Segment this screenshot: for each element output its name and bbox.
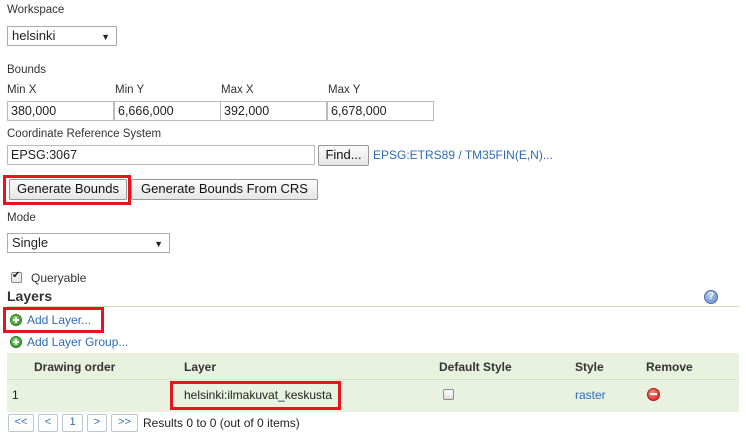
crs-input[interactable]: EPSG:3067 — [7, 145, 315, 165]
chevron-down-icon: ▼ — [154, 239, 163, 249]
chevron-down-icon: ▼ — [101, 32, 110, 42]
min-x-input[interactable]: 380,000 — [7, 101, 114, 121]
add-layer-group-link[interactable]: Add Layer Group... — [27, 335, 128, 349]
help-icon[interactable]: ? — [704, 290, 718, 304]
layers-title: Layers — [7, 288, 53, 304]
min-x-label: Min X — [7, 84, 37, 96]
style-link[interactable]: raster — [575, 388, 606, 402]
workspace-select[interactable]: helsinki ▼ — [7, 26, 117, 46]
mode-select-value: Single — [12, 235, 49, 250]
bounds-label: Bounds — [7, 64, 47, 76]
mode-select[interactable]: Single ▼ — [7, 233, 170, 253]
layers-table-header — [7, 353, 739, 379]
pager-prev-button[interactable]: < — [38, 414, 58, 432]
min-y-label: Min Y — [115, 84, 145, 96]
max-x-input[interactable]: 392,000 — [220, 101, 327, 121]
queryable-label: Queryable — [31, 271, 87, 285]
pager-last-button[interactable]: >> — [111, 414, 138, 432]
row-drawing-order: 1 — [12, 388, 19, 402]
generate-bounds-highlight — [3, 175, 131, 205]
pager-next-button[interactable]: > — [87, 414, 107, 432]
default-style-checkbox[interactable] — [443, 389, 454, 400]
workspace-select-value: helsinki — [12, 28, 56, 43]
column-style[interactable]: Style — [575, 360, 604, 374]
add-layer-group-icon — [10, 336, 22, 348]
min-y-input[interactable]: 6,666,000 — [114, 101, 221, 121]
max-y-input[interactable]: 6,678,000 — [327, 101, 434, 121]
column-layer[interactable]: Layer — [184, 360, 216, 374]
crs-description-link[interactable]: EPSG:ETRS89 / TM35FIN(E,N)... — [373, 148, 553, 162]
generate-bounds-from-crs-button[interactable]: Generate Bounds From CRS — [131, 179, 318, 200]
column-remove[interactable]: Remove — [646, 360, 693, 374]
mode-label: Mode — [7, 212, 36, 224]
column-drawing-order[interactable]: Drawing order — [34, 360, 115, 374]
workspace-label: Workspace — [7, 4, 65, 16]
add-layer-highlight — [3, 307, 104, 333]
column-default-style[interactable]: Default Style — [439, 360, 512, 374]
pager-first-button[interactable]: << — [8, 414, 34, 432]
remove-icon[interactable] — [647, 388, 660, 401]
pager-page-button[interactable]: 1 — [62, 414, 83, 432]
max-y-label: Max Y — [328, 84, 361, 96]
crs-label: Coordinate Reference System — [7, 128, 162, 140]
queryable-checkbox[interactable] — [11, 270, 22, 283]
max-x-label: Max X — [221, 84, 254, 96]
find-crs-button[interactable]: Find... — [318, 145, 369, 166]
table-row — [7, 379, 739, 412]
layers-divider — [7, 306, 739, 307]
layer-name-highlight — [170, 381, 341, 410]
pager-results-text: Results 0 to 0 (out of 0 items) — [143, 416, 300, 430]
